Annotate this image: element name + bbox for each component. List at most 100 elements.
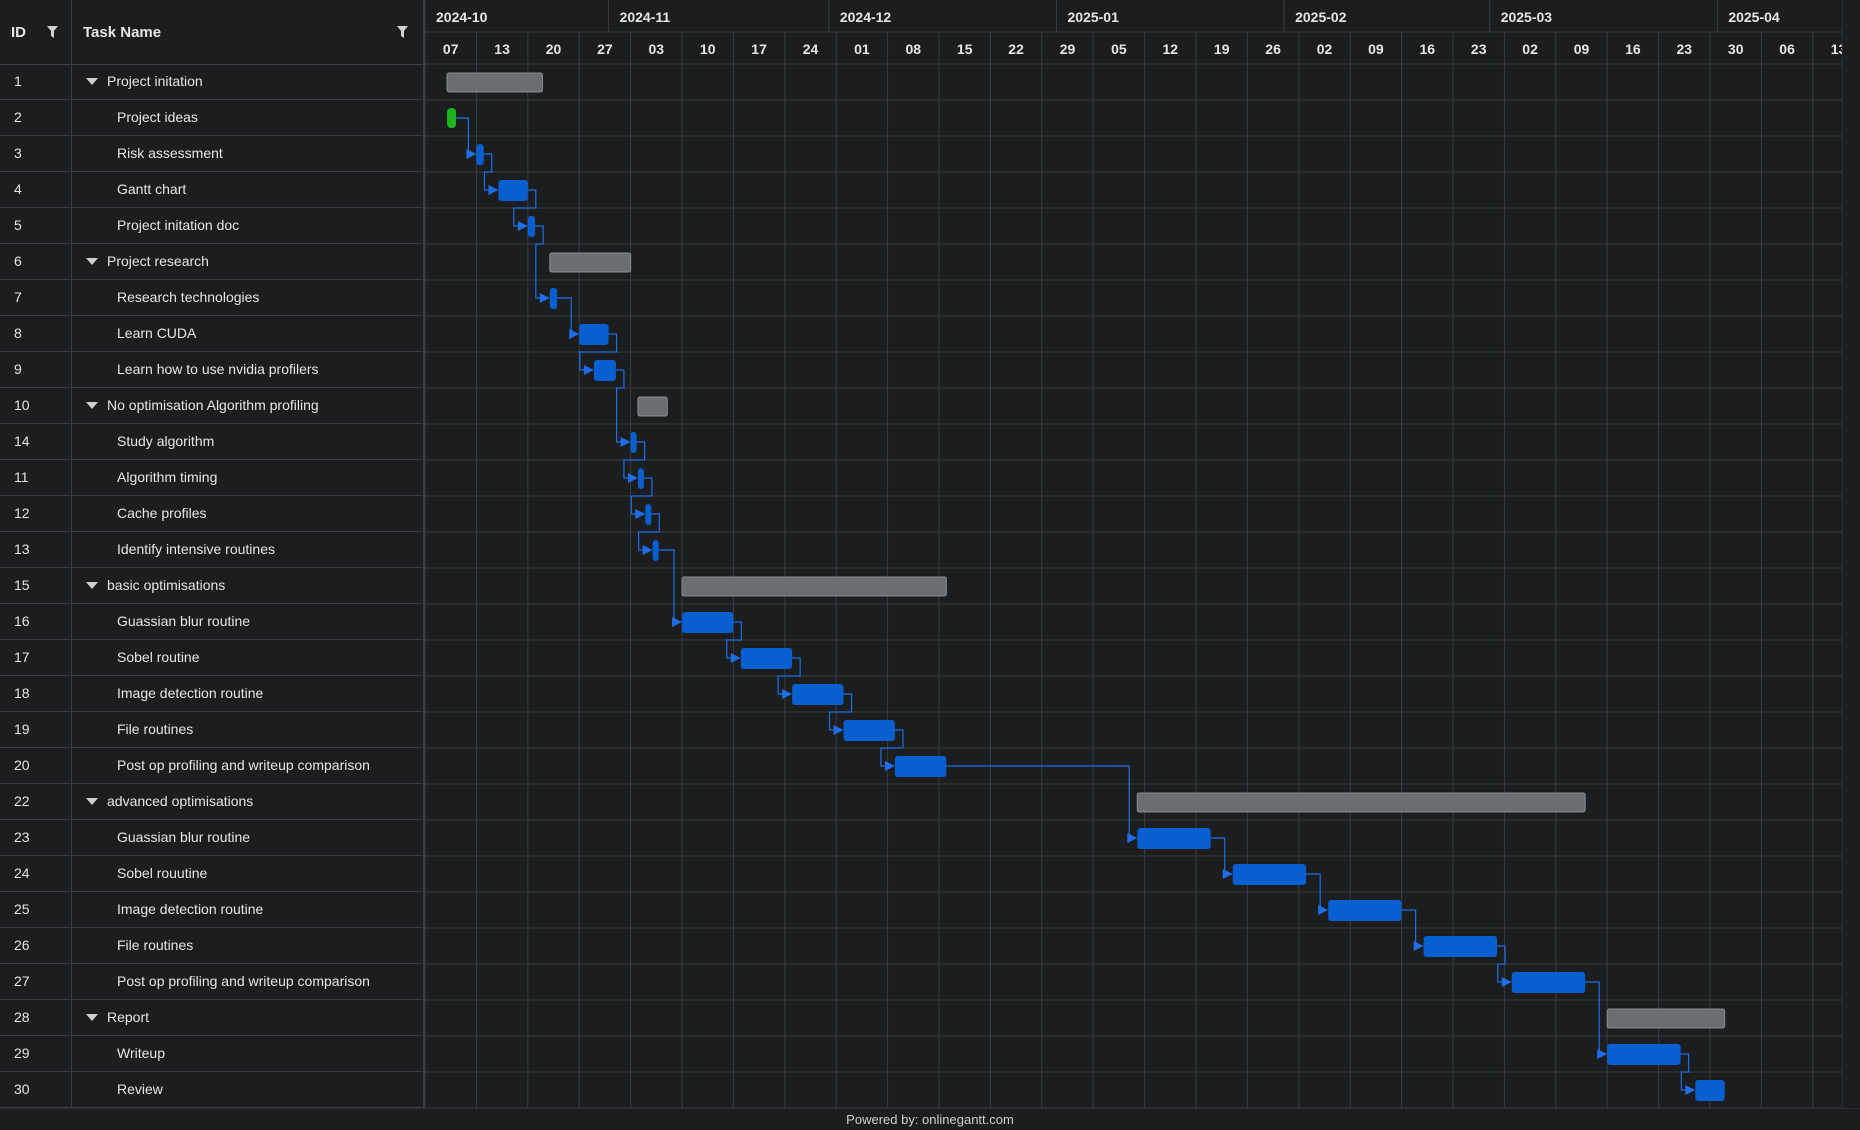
task-row[interactable]: 16 Guassian blur routine xyxy=(0,604,423,640)
task-bar[interactable] xyxy=(1423,936,1498,957)
task-name[interactable]: No optimisation Algorithm profiling xyxy=(107,388,319,423)
caret-down-icon[interactable] xyxy=(86,582,98,589)
caret-down-icon[interactable] xyxy=(86,798,98,805)
task-name[interactable]: Post op profiling and writeup comparison xyxy=(117,964,370,999)
task-bar[interactable] xyxy=(792,684,844,705)
task-bar[interactable] xyxy=(1511,972,1586,993)
task-row[interactable]: 4 Gantt chart xyxy=(0,172,423,208)
task-name[interactable]: Gantt chart xyxy=(117,172,186,207)
task-name[interactable]: Guassian blur routine xyxy=(117,604,250,639)
task-name[interactable]: Post op profiling and writeup comparison xyxy=(117,748,370,783)
task-bar[interactable] xyxy=(652,540,659,561)
task-row[interactable]: 24 Sobel rouutine xyxy=(0,856,423,892)
task-bar[interactable] xyxy=(682,612,734,633)
task-name[interactable]: Research technologies xyxy=(117,280,259,315)
task-name[interactable]: Guassian blur routine xyxy=(117,820,250,855)
summary-bar[interactable] xyxy=(549,252,632,273)
task-name[interactable]: Learn CUDA xyxy=(117,316,196,351)
gantt-timeline[interactable]: 07 13 20 27 03 10 17 24 01 08 15 22 29 05 12 19 26 02 09 16… xyxy=(424,0,1846,1109)
task-bar[interactable] xyxy=(1607,1044,1681,1065)
task-row[interactable]: 26 File routines xyxy=(0,928,423,964)
caret-down-icon[interactable] xyxy=(86,1014,98,1021)
task-row[interactable]: 13 Identify intensive routines ⋮ xyxy=(0,532,434,568)
task-name[interactable]: Learn how to use nvidia profilers xyxy=(117,352,319,387)
task-row[interactable]: 9 Learn how to use nvidia profilers xyxy=(0,352,423,388)
task-row[interactable]: 28 Report xyxy=(0,1000,423,1036)
task-bar[interactable] xyxy=(894,756,947,777)
task-row[interactable]: 19 File routines xyxy=(0,712,423,748)
task-row[interactable]: 30 Review xyxy=(0,1072,423,1108)
task-name[interactable]: Image detection routine xyxy=(117,676,263,711)
task-name[interactable]: Study algorithm xyxy=(117,424,214,459)
summary-bar[interactable] xyxy=(1606,1008,1726,1029)
task-row[interactable]: 11 Algorithm timing xyxy=(0,460,423,496)
task-bar[interactable] xyxy=(476,144,484,165)
task-name[interactable]: Identify intensive routines xyxy=(117,532,275,567)
task-bar[interactable] xyxy=(843,720,895,741)
task-name[interactable]: Algorithm timing xyxy=(117,460,217,495)
task-row[interactable]: 27 Post op profiling and writeup comparis… xyxy=(0,964,423,1000)
task-row[interactable]: 7 Research technologies xyxy=(0,280,423,316)
task-bar[interactable] xyxy=(593,360,616,381)
task-name[interactable]: Project initation doc xyxy=(117,208,239,243)
task-bar[interactable] xyxy=(527,216,536,237)
task-name[interactable]: Project initation xyxy=(107,64,203,99)
task-name[interactable]: advanced optimisations xyxy=(107,784,253,819)
task-bar[interactable] xyxy=(1328,900,1402,921)
summary-bar[interactable] xyxy=(637,396,668,417)
task-row[interactable]: 25 Image detection routine xyxy=(0,892,423,928)
task-name[interactable]: Cache profiles xyxy=(117,496,207,531)
task-row[interactable]: 1 Project initation xyxy=(0,64,423,100)
task-bar[interactable] xyxy=(645,504,652,525)
task-name[interactable]: File routines xyxy=(117,928,193,963)
task-bar[interactable] xyxy=(630,432,637,453)
task-name[interactable]: Project ideas xyxy=(117,100,198,135)
task-row[interactable]: 10 No optimisation Algorithm profiling xyxy=(0,388,423,424)
caret-down-icon[interactable] xyxy=(86,402,98,409)
task-row[interactable]: 29 Writeup xyxy=(0,1036,423,1072)
task-name[interactable]: Writeup xyxy=(117,1036,165,1071)
filter-icon[interactable] xyxy=(397,26,408,38)
task-row[interactable]: 6 Project research xyxy=(0,244,423,280)
task-row[interactable]: 8 Learn CUDA xyxy=(0,316,423,352)
task-name[interactable]: Sobel routine xyxy=(117,640,200,675)
caret-down-icon[interactable] xyxy=(86,78,98,85)
task-bar[interactable] xyxy=(1137,828,1211,849)
summary-bar[interactable] xyxy=(681,576,947,597)
task-bar[interactable] xyxy=(637,468,644,489)
task-bar[interactable] xyxy=(1232,864,1307,885)
filter-icon[interactable] xyxy=(47,26,58,38)
task-name[interactable]: Risk assessment xyxy=(117,136,223,171)
task-row[interactable]: 18 Image detection routine xyxy=(0,676,423,712)
task-row[interactable]: 20 Post op profiling and writeup comparis… xyxy=(0,748,423,784)
task-row[interactable]: 15 basic optimisations xyxy=(0,568,423,604)
task-bar[interactable] xyxy=(498,180,528,201)
task-row[interactable]: 3 Risk assessment xyxy=(0,136,423,172)
task-row[interactable]: 12 Cache profiles xyxy=(0,496,423,532)
kebab-menu-icon[interactable]: ⋮ xyxy=(420,532,434,567)
task-row[interactable]: 5 Project initation doc xyxy=(0,208,423,244)
summary-bar[interactable] xyxy=(446,72,543,93)
caret-down-icon[interactable] xyxy=(86,258,98,265)
task-name[interactable]: basic optimisations xyxy=(107,568,225,603)
task-name[interactable]: File routines xyxy=(117,712,193,747)
summary-bar[interactable] xyxy=(1136,792,1586,813)
task-bar[interactable] xyxy=(549,288,558,309)
task-bar[interactable] xyxy=(579,324,609,345)
task-row[interactable]: 23 Guassian blur routine xyxy=(0,820,423,856)
task-bar[interactable] xyxy=(740,648,793,669)
task-name[interactable]: Review xyxy=(117,1072,163,1107)
name-column-header[interactable]: Task Name xyxy=(72,0,423,64)
task-name[interactable]: Image detection routine xyxy=(117,892,263,927)
task-row[interactable]: 14 Study algorithm xyxy=(0,424,423,460)
id-column-header[interactable]: ID xyxy=(0,0,72,64)
task-name[interactable]: Project research xyxy=(107,244,209,279)
task-row[interactable]: 22 advanced optimisations xyxy=(0,784,423,820)
task-name[interactable]: Sobel rouutine xyxy=(117,856,207,891)
task-bar[interactable] xyxy=(447,108,457,128)
task-row[interactable]: 2 Project ideas xyxy=(0,100,423,136)
task-name[interactable]: Report xyxy=(107,1000,149,1035)
vertical-scrollbar[interactable] xyxy=(1842,0,1860,1108)
task-row[interactable]: 17 Sobel routine xyxy=(0,640,423,676)
task-bar[interactable] xyxy=(1695,1080,1725,1101)
